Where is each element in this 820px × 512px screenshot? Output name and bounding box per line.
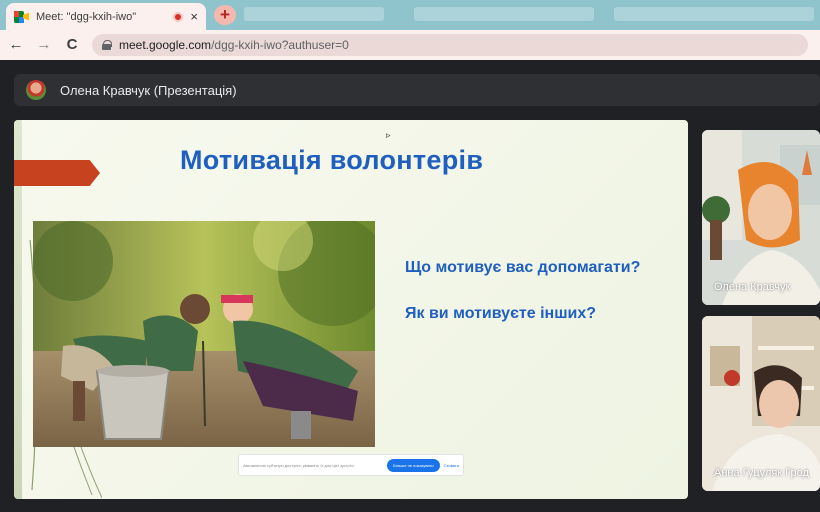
browser-toolbar: ← → C meet.google.com/dgg-kxih-iwo?authu… <box>0 30 820 60</box>
address-bar[interactable]: meet.google.com/dgg-kxih-iwo?authuser=0 <box>92 34 808 56</box>
participant-tile[interactable]: Олена Кравчук <box>702 130 820 305</box>
participant-tile[interactable]: Анна Гуцуляк Грод <box>702 316 820 491</box>
url-text: meet.google.com/dgg-kxih-iwo?authuser=0 <box>119 38 349 52</box>
tab-background[interactable] <box>614 7 814 21</box>
slide-title: Мотивація волонтерів <box>180 145 484 175</box>
presenter-bar: Олена Кравчук (Презентація) <box>14 74 820 106</box>
cursor-icon: ▹ <box>386 130 391 140</box>
dismiss-captions-button[interactable]: Більше не показувати <box>387 458 440 472</box>
slide-photo <box>33 221 375 447</box>
back-arrow-icon[interactable]: ← <box>8 37 24 53</box>
avatar <box>26 80 46 100</box>
captions-prompt-text: Автоматичні субтитри доступні, увімкніть… <box>243 462 354 468</box>
lock-icon[interactable] <box>102 40 112 50</box>
plus-icon[interactable]: + <box>214 5 236 25</box>
tab-background[interactable] <box>244 7 384 21</box>
close-icon[interactable]: × <box>190 10 198 23</box>
tab-meet[interactable]: Meet: "dgg-kxih-iwo" × <box>6 3 206 30</box>
hide-captions-link[interactable]: Сховати <box>444 463 459 468</box>
participant-name: Анна Гуцуляк Грод <box>714 467 809 479</box>
slide-banner-arrow <box>14 160 100 186</box>
slide-question-2: Як ви мотивуєте інших? <box>405 305 597 322</box>
tab-title: Meet: "dgg-kxih-iwo" <box>36 10 137 23</box>
reload-icon[interactable]: C <box>64 37 80 53</box>
forward-arrow-icon[interactable]: → <box>36 37 52 53</box>
presentation-stage: ▹ Мотивація волонтерів Що мотивує вас до… <box>14 120 688 499</box>
slide-question-1: Що мотивує вас допомагати? <box>405 259 641 276</box>
presenter-label: Олена Кравчук (Презентація) <box>60 82 237 98</box>
participant-video <box>702 130 820 305</box>
tab-background[interactable] <box>414 7 594 21</box>
participant-name: Олена Кравчук <box>714 281 791 293</box>
meet-logo-icon <box>14 10 29 23</box>
participant-video <box>702 316 820 491</box>
record-icon <box>173 11 184 22</box>
tab-strip: Meet: "dgg-kxih-iwo" × + <box>0 0 820 30</box>
captions-prompt: Автоматичні субтитри доступні, увімкніть… <box>238 454 464 476</box>
